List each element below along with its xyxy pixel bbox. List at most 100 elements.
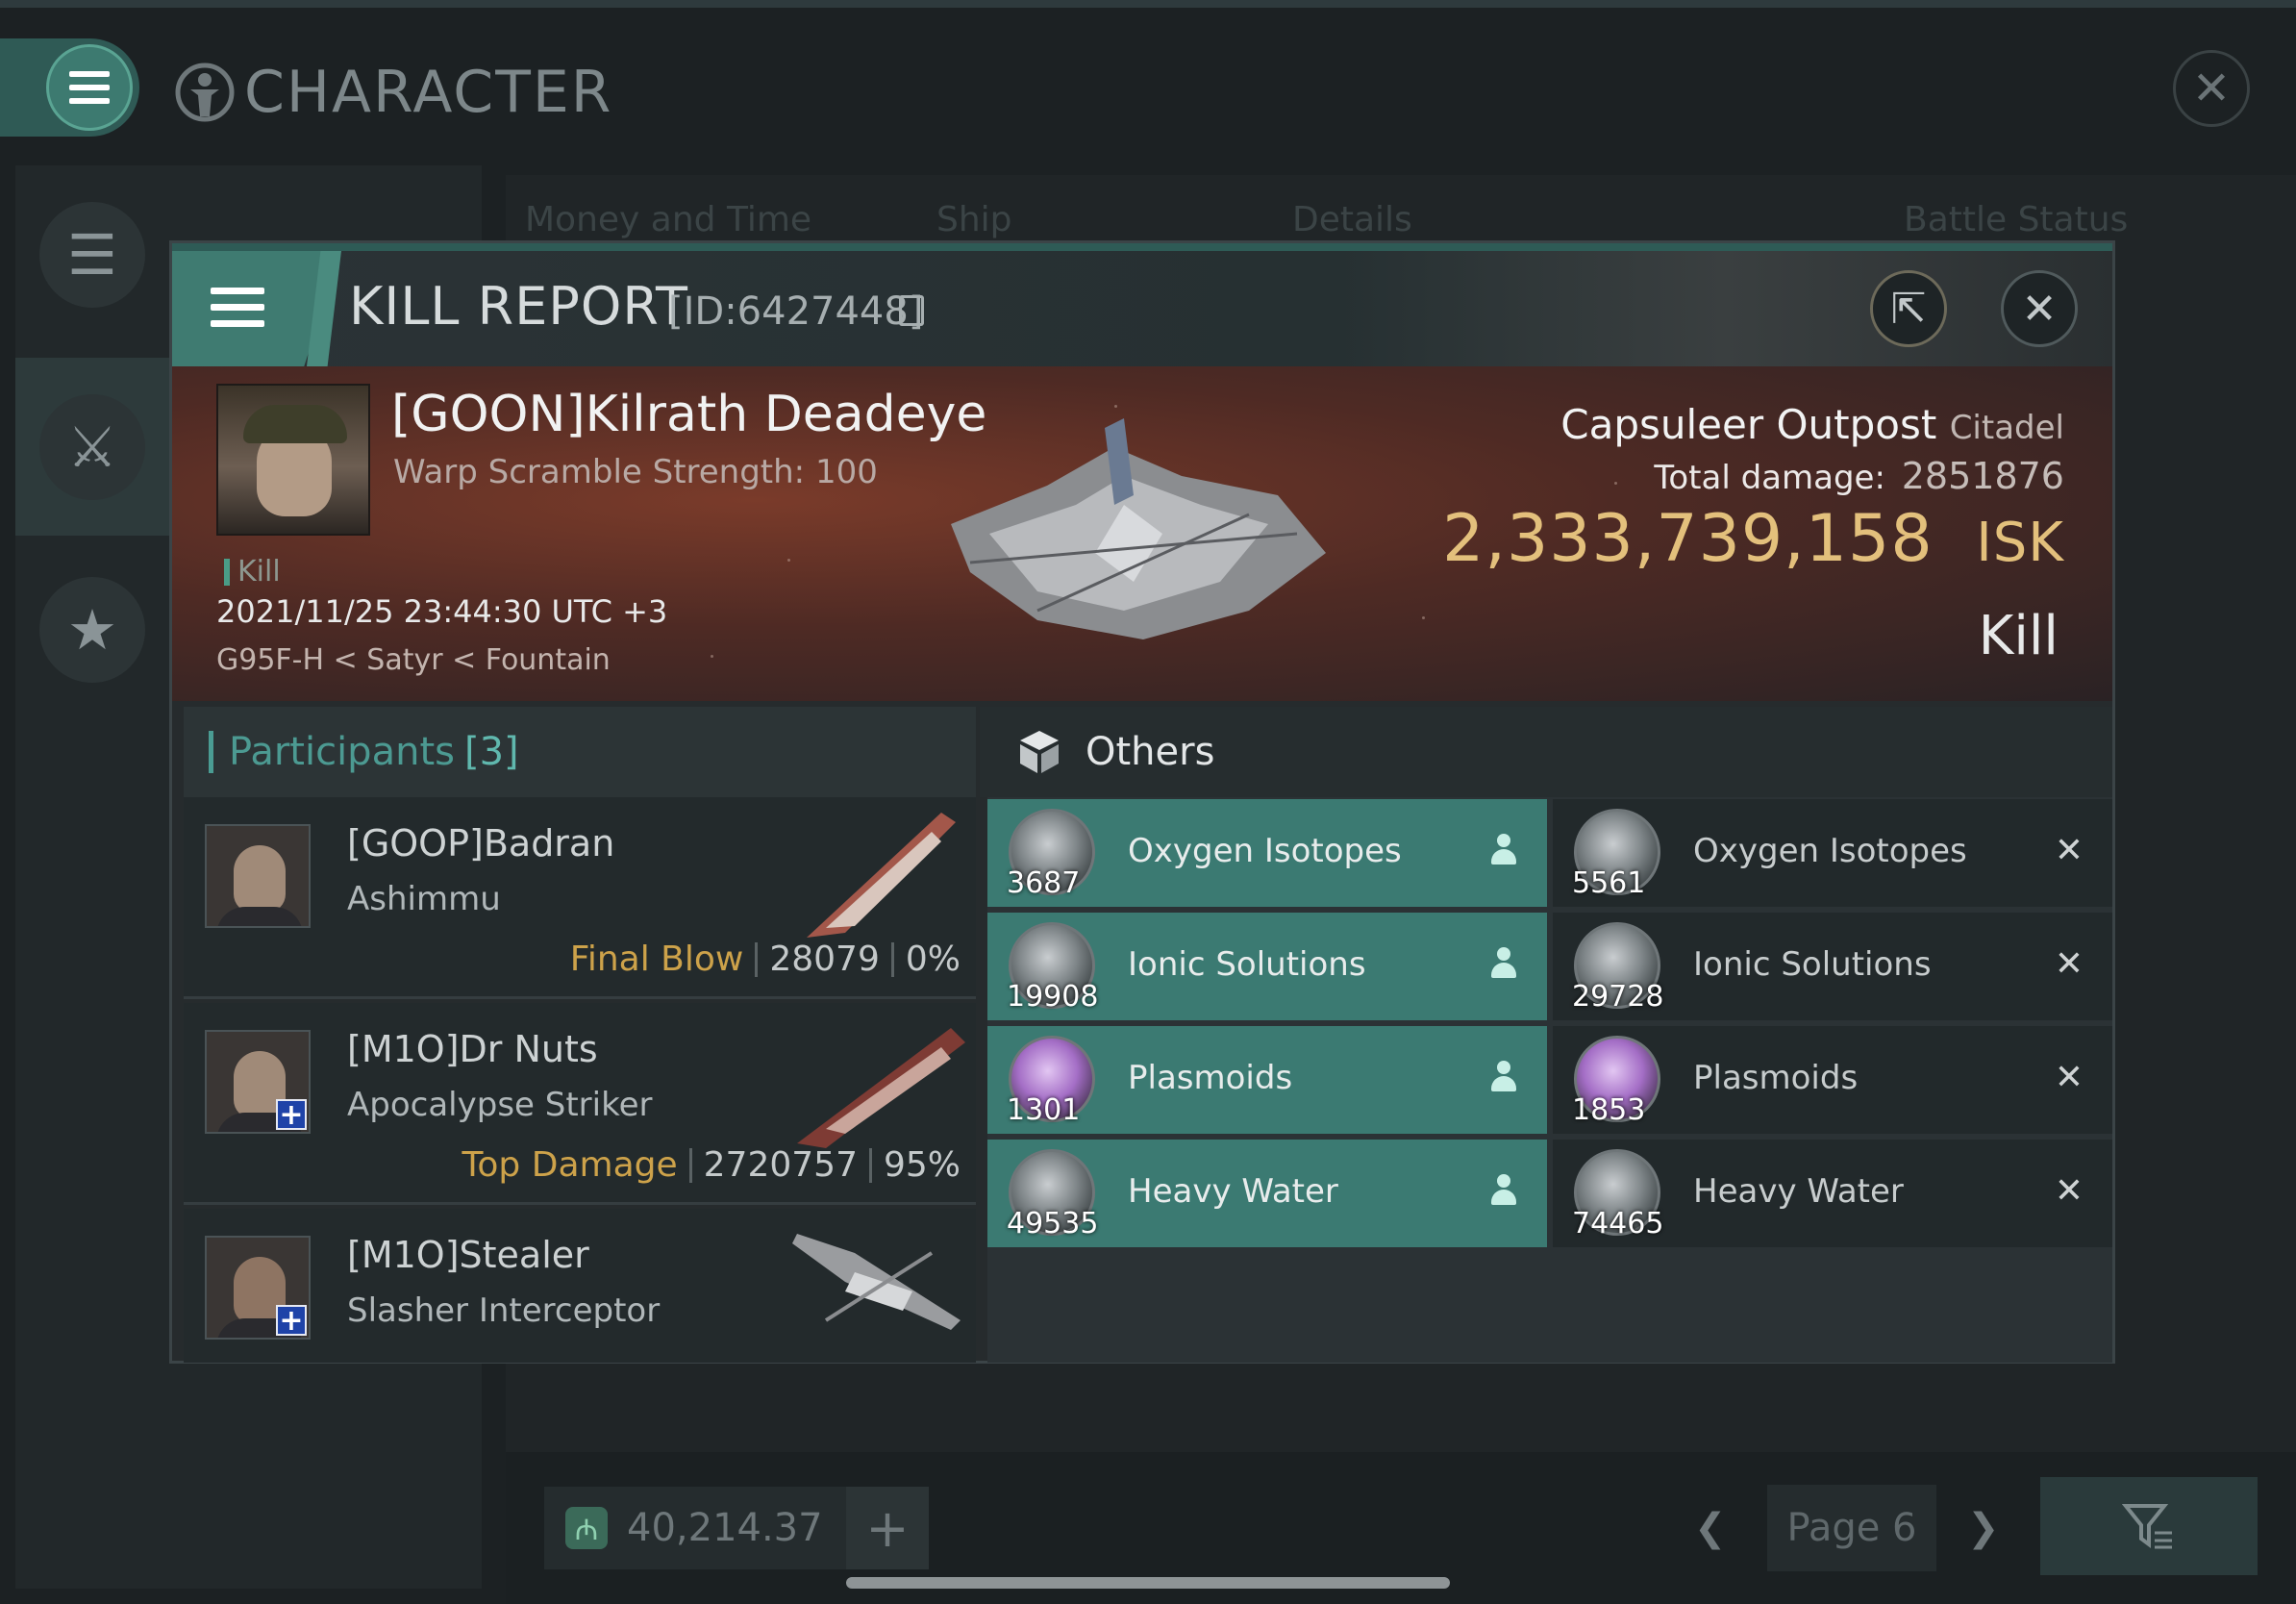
wallet-icon: ₼ — [565, 1507, 608, 1549]
hamburger-icon — [211, 288, 264, 327]
participants-header: Participants [3] — [184, 707, 976, 797]
filter-icon — [2122, 1504, 2172, 1549]
kill-report-modal: KILL REPORT [ID:6427448] ⇱ ✕ [GOON]Kilra… — [169, 240, 2115, 1364]
participant-ship: Apocalypse Striker — [347, 1086, 653, 1124]
tab-ship[interactable]: Ship — [936, 200, 1012, 239]
item-name: Ionic Solutions — [1693, 945, 1932, 984]
dropped-person-icon — [1482, 828, 1526, 872]
destroyed-item[interactable]: 74465 Heavy Water ✕ — [1553, 1140, 2112, 1247]
list-icon: ☰ — [39, 201, 145, 308]
modal-close-button[interactable]: ✕ — [2001, 270, 2078, 347]
destroyed-x-icon: ✕ — [2054, 943, 2084, 984]
chevron-left-icon: ❮ — [1694, 1506, 1727, 1550]
copy-icon[interactable] — [899, 295, 924, 326]
prev-page-button[interactable]: ❮ — [1694, 1485, 1727, 1571]
item-name: Oxygen Isotopes — [1693, 832, 1967, 870]
modal-header: KILL REPORT [ID:6427448] ⇱ ✕ — [172, 251, 2112, 366]
wallet-value: 40,214.37 — [627, 1506, 823, 1550]
hamburger-icon — [46, 44, 133, 131]
isk-amount: 2,333,739,158 — [1442, 501, 1934, 577]
participant-row[interactable]: + [M1O]Dr Nuts Apocalypse Striker Top Da… — [184, 1003, 976, 1205]
victim-portrait[interactable] — [216, 384, 370, 536]
main-menu-button[interactable] — [0, 38, 139, 137]
participant-name[interactable]: [M1O]Dr Nuts — [347, 1028, 598, 1070]
destroyed-item[interactable]: 1853 Plasmoids ✕ — [1553, 1026, 2112, 1134]
participant-percent: 95% — [883, 1145, 961, 1185]
rail-menu-item[interactable]: ☰ — [15, 165, 169, 343]
tab-money-and-time[interactable]: Money and Time — [525, 200, 811, 239]
participants-label: Participants — [229, 730, 455, 774]
star-icon: ★ — [39, 576, 145, 683]
item-quantity: 29728 — [1572, 980, 1664, 1014]
share-button[interactable]: ⇱ — [1870, 270, 1947, 347]
participant-percent: 0% — [905, 940, 961, 979]
participant-row[interactable]: [GOOP]Badran Ashimmu Final Blow 28079 0% — [184, 797, 976, 999]
add-contact-icon[interactable]: + — [276, 1098, 307, 1132]
victim-name[interactable]: [GOON]Kilrath Deadeye — [391, 386, 986, 443]
participant-name[interactable]: [GOOP]Badran — [347, 822, 614, 865]
add-contact-icon[interactable]: + — [276, 1304, 307, 1338]
structure-name: Capsuleer Outpost Citadel — [1560, 401, 2064, 448]
destroyed-item[interactable]: 5561 Oxygen Isotopes ✕ — [1553, 799, 2112, 907]
participant-stats: Final Blow 28079 0% — [570, 940, 961, 979]
dropped-person-icon — [1482, 1055, 1526, 1099]
ship-image — [797, 1028, 965, 1148]
participant-row[interactable]: + [M1O]Stealer Slasher Interceptor — [184, 1209, 976, 1363]
tab-battle-status[interactable]: Battle Status — [1904, 200, 2128, 239]
participant-damage: 28079 — [769, 940, 880, 979]
wallet-pill: ₼ 40,214.37 + — [544, 1487, 929, 1569]
participant-name[interactable]: [M1O]Stealer — [347, 1234, 589, 1276]
report-id: [ID:6427448] — [668, 289, 924, 334]
final-blow-tag: Final Blow — [569, 940, 744, 979]
star-decor — [787, 559, 790, 562]
header-bar — [209, 731, 213, 773]
page-title: CHARACTER — [244, 59, 613, 126]
portrait-hat — [243, 405, 347, 443]
dropped-item[interactable]: 49535 Heavy Water — [987, 1140, 1547, 1247]
rail-star-item[interactable]: ★ — [15, 540, 169, 718]
citadel-structure-image — [951, 418, 1326, 639]
modal-title: KILL REPORT — [349, 276, 688, 337]
victim-banner: [GOON]Kilrath Deadeye Warp Scramble Stre… — [172, 366, 2112, 701]
divider — [868, 1147, 872, 1183]
divider — [755, 941, 759, 977]
result-label: Kill — [1978, 605, 2059, 667]
item-name: Plasmoids — [1128, 1059, 1293, 1097]
item-name: Heavy Water — [1128, 1172, 1338, 1211]
top-border — [0, 0, 2296, 8]
home-indicator — [846, 1577, 1450, 1589]
add-funds-button[interactable]: + — [846, 1487, 929, 1569]
item-quantity: 5561 — [1572, 866, 1646, 900]
portrait-body — [216, 907, 303, 926]
item-name: Heavy Water — [1693, 1172, 1904, 1211]
filter-button[interactable] — [2040, 1477, 2258, 1575]
tag-bar — [224, 558, 230, 586]
destroyed-item[interactable]: 29728 Ionic Solutions ✕ — [1553, 913, 2112, 1020]
page-title-wrap: CHARACTER — [173, 54, 612, 131]
participant-portrait[interactable]: + — [205, 1030, 311, 1134]
next-page-button[interactable]: ❯ — [1967, 1485, 2000, 1571]
ship-image — [792, 1234, 961, 1330]
window-close-button[interactable]: ✕ — [2173, 50, 2250, 127]
tab-details[interactable]: Details — [1292, 200, 1412, 239]
dropped-item[interactable]: 3687 Oxygen Isotopes — [987, 799, 1547, 907]
kill-location[interactable]: G95F-H < Satyr < Fountain — [216, 643, 611, 677]
rail-battle-item[interactable]: ⚔ — [15, 358, 169, 536]
isk-value: 2,333,739,158 ISK — [1442, 501, 2064, 577]
crossed-swords-icon: ⚔ — [39, 393, 145, 500]
participant-portrait[interactable]: + — [205, 1236, 311, 1340]
participant-stats: Top Damage 2720757 95% — [462, 1145, 961, 1185]
item-name: Ionic Solutions — [1128, 945, 1366, 984]
participant-portrait[interactable] — [205, 824, 311, 928]
structure-type: Capsuleer Outpost — [1560, 401, 1937, 448]
dropped-item[interactable]: 1301 Plasmoids — [987, 1026, 1547, 1134]
chevron-right-icon: ❯ — [1967, 1506, 2000, 1550]
ship-image — [807, 813, 956, 938]
cube-icon — [1020, 731, 1059, 773]
kill-tag: Kill — [224, 555, 281, 589]
star-decor — [1614, 482, 1617, 485]
item-quantity: 19908 — [1007, 980, 1099, 1014]
dropped-item[interactable]: 19908 Ionic Solutions — [987, 913, 1547, 1020]
item-name: Oxygen Isotopes — [1128, 832, 1402, 870]
participants-count: [3] — [463, 730, 519, 774]
